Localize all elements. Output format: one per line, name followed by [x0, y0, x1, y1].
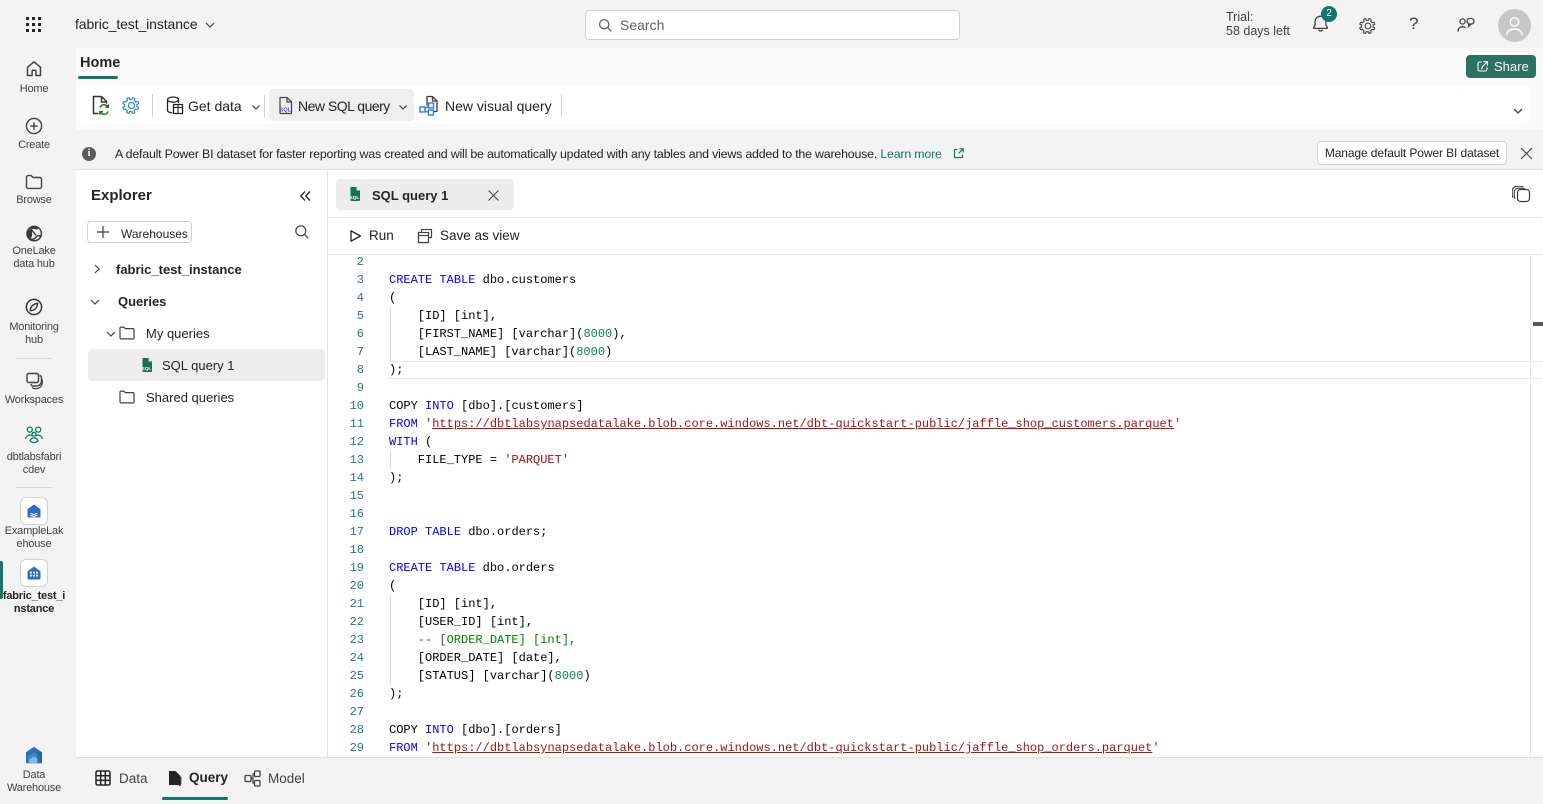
svg-text:SQL: SQL [350, 195, 360, 201]
svg-text:SQL: SQL [280, 108, 292, 114]
svg-text:SQL: SQL [142, 366, 152, 372]
